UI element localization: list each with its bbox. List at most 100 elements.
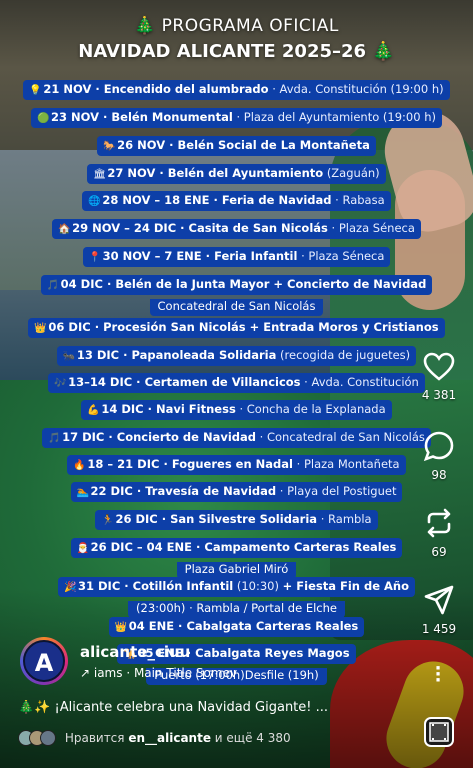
music-track[interactable]: ↗ iams · Main Title Somev [80,666,237,680]
event-icon: 🐎 [103,141,116,152]
avatar[interactable]: A [20,637,68,685]
like-button[interactable]: 4 381 [416,352,462,402]
separator: · [327,221,339,235]
event-title: Papanoleada Solidaria [131,348,277,362]
separator: · [209,193,222,207]
avatar-logo: A [23,640,65,682]
event-date: 21 NOV [43,82,92,96]
username[interactable]: alicante_ciuu [80,643,190,661]
liker-avatar [40,730,56,746]
separator: · [235,402,247,416]
event-title: Cotillón Infantil [132,579,234,593]
event-pill: 🔥 18 – 21 DIC · Fogueres en Nadal · Plaza… [67,455,406,475]
separator: · [292,457,304,471]
separator: · [159,457,172,471]
separator: · [102,277,116,291]
separator: · [132,484,146,498]
separator: · [91,82,104,96]
event-icon: 🔥 [73,460,86,471]
event-place: Concha de la Explanada [246,402,386,416]
separator: · [165,138,178,152]
event-title: Feria de Navidad [221,193,332,207]
event-icon: 📍 [88,252,102,263]
comment-count: 98 [431,468,447,482]
separator: · [143,402,156,416]
event-title: Cabalgata Reyes Magos [195,646,350,660]
event-title: Travesía de Navidad [145,484,277,498]
separator: · [256,430,267,444]
separator: · [132,375,145,389]
comment-button[interactable]: 98 [416,430,462,482]
more-options-icon[interactable]: · · · [433,660,443,690]
event-place: Rambla [328,512,372,526]
event-date: 30 NOV – 7 ENE [102,249,202,263]
event-place: Plaza Montañeta [303,457,400,471]
separator: · [297,249,309,263]
event-date: 04 DIC [60,277,103,291]
event-date: 26 DIC – 04 ENE [90,540,192,554]
share-button[interactable]: 1 459 [416,584,462,636]
separator: · [104,430,117,444]
event-icon: 🎵 [46,280,60,291]
event-icon: 💪 [87,405,100,416]
event-pill: 🎉 31 DIC · Cotillón Infantil (10:30) + Fi… [57,577,416,597]
event-date: 17 DIC [62,430,105,444]
event-title: Cabalgata Carteras Reales [186,619,359,633]
event-icon: 💡 [29,85,42,96]
event-pill: 🏛27 NOV · Belén del Ayuntamiento (Zaguán… [87,164,386,184]
event-icon: 🎅 [76,543,90,554]
event-pill: 💡 21 NOV · Encendido del alumbrado · Avda… [23,80,450,100]
separator: · [331,193,343,207]
separator: · [276,484,288,498]
separator: · [99,110,112,124]
event-title: San Silvestre Solidaria [170,512,318,526]
event-title: Certamen de Villancicos [144,375,301,389]
like-count: 4 381 [421,388,457,402]
separator: · [201,249,215,263]
separator: · [176,221,189,235]
separator: · [174,619,187,633]
event-date: 27 NOV [107,166,156,180]
event-title: Casita de San Nicolás [188,221,328,235]
liked-by-prefix: Нравится [64,731,129,745]
separator: · [317,512,329,526]
event-title: Encendido del alumbrado [103,82,269,96]
event-title: Belén Social de La Montañeta [177,138,370,152]
separator: · [90,320,104,334]
event-date: 23 NOV [51,110,100,124]
separator: · [191,540,205,554]
audio-reel-thumbnail[interactable] [424,717,454,747]
event-title: Feria Infantil [214,249,298,263]
event-extra: + Fiesta Fin de Año [282,579,410,593]
post-caption[interactable]: 🎄✨ ¡Alicante celebra una Navidad Gigante… [18,700,398,715]
heart-icon [423,352,455,381]
event-place: Rabasa [342,193,385,207]
event-place: Plaza Séneca [308,249,385,263]
liked-by-user[interactable]: en__alicante [128,731,211,745]
event-place: Concatedral de San Nicolás [266,430,425,444]
event-date: 18 – 21 DIC [87,457,160,471]
event-pill: 📍 30 NOV – 7 ENE · Feria Infantil · Plaza… [82,247,391,267]
event-icon: 🎉 [63,582,77,593]
event-row: 🔥 18 – 21 DIC · Fogueres en Nadal · Plaza… [0,453,473,475]
event-place: Avda. Constitución (19:00 h) [279,82,444,96]
event-pill: 🎵 17 DIC · Concierto de Navidad · Concate… [42,428,431,448]
event-place: Playa del Postiguet [287,484,397,498]
event-title: Campamento Carteras Reales [204,540,397,554]
separator: · [119,348,132,362]
event-icon: 🟢 [37,113,50,124]
event-pill: 🎵 04 DIC · Belén de la Junta Mayor + Conc… [40,275,433,295]
event-title: Belén del Ayuntamiento [167,166,324,180]
event-pill: 🏊 22 DIC · Travesía de Navidad · Playa de… [70,482,403,502]
event-place: Plaza del Ayuntamiento (19:00 h) [243,110,436,124]
liked-by[interactable]: Нравится en__alicante и ещё 4 380 [18,730,291,746]
event-date: 13–14 DIC [68,375,133,389]
repost-button[interactable]: 69 [416,507,462,559]
film-reel-icon [429,722,449,742]
liked-by-text: Нравится en__alicante и ещё 4 380 [65,731,291,745]
event-row: 🏠 29 NOV – 24 DIC · Casita de San Nicolás… [0,217,473,239]
event-icon: 🐜 [62,351,76,362]
event-date: 14 DIC [101,402,144,416]
event-row: 🟢 23 NOV · Belén Monumental · Plaza del A… [0,106,473,128]
separator: · [120,579,133,593]
